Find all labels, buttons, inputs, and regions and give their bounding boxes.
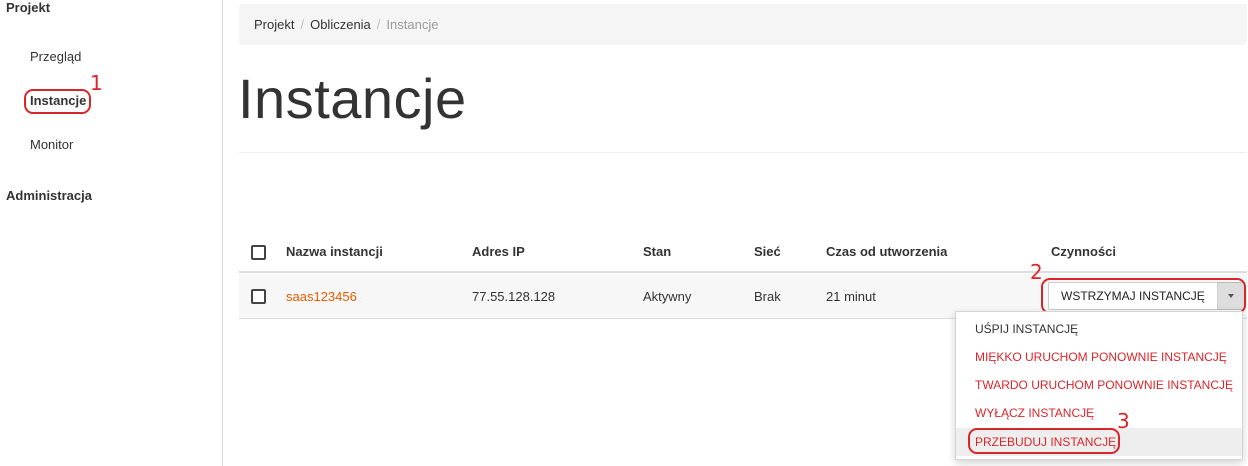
title-divider <box>239 152 1247 153</box>
menu-item-hard-reboot[interactable]: TWARDO URUCHOM PONOWNIE INSTANCJĘ <box>956 371 1242 399</box>
instance-network: Brak <box>754 289 781 304</box>
column-header-age[interactable]: Czas od utworzenia <box>826 244 947 259</box>
column-header-actions: Czynności <box>1051 244 1117 259</box>
sidebar-section-projekt[interactable]: Projekt <box>6 0 50 15</box>
instance-status: Aktywny <box>643 289 692 304</box>
instance-age: 21 minut <box>826 289 876 304</box>
row-checkbox[interactable] <box>251 289 266 304</box>
select-all-checkbox[interactable] <box>251 245 266 260</box>
table-header: Nazwa instancji Adres IP Stan Sieć Czas … <box>239 232 1247 273</box>
annotation-ring-2 <box>1041 278 1246 314</box>
menu-item-shut-off[interactable]: WYŁĄCZ INSTANCJĘ <box>956 399 1242 427</box>
column-header-status[interactable]: Stan <box>643 244 671 259</box>
sidebar-item-przeglad[interactable]: Przegląd <box>30 49 81 64</box>
page-title: Instancje <box>238 67 467 130</box>
column-header-ip[interactable]: Adres IP <box>472 244 525 259</box>
column-header-name[interactable]: Nazwa instancji <box>286 244 383 259</box>
menu-item-suspend[interactable]: UŚPIJ INSTANCJĘ <box>956 315 1242 343</box>
instance-ip: 77.55.128.128 <box>472 289 556 304</box>
annotation-ring-1 <box>24 89 91 114</box>
annotation-number-2: 2 <box>1030 260 1043 284</box>
breadcrumb-instancje: Instancje <box>386 17 439 32</box>
sidebar-item-monitor[interactable]: Monitor <box>30 137 73 152</box>
breadcrumb-separator: / <box>300 17 305 32</box>
breadcrumb-obliczenia[interactable]: Obliczenia <box>310 17 371 32</box>
breadcrumb-separator: / <box>376 17 381 32</box>
annotation-ring-3 <box>968 428 1120 454</box>
sidebar-section-administracja[interactable]: Administracja <box>6 188 92 203</box>
menu-item-soft-reboot[interactable]: MIĘKKO URUCHOM PONOWNIE INSTANCJĘ <box>956 343 1242 371</box>
breadcrumb: Projekt / Obliczenia / Instancje <box>239 4 1247 45</box>
breadcrumb-projekt[interactable]: Projekt <box>254 17 294 32</box>
column-header-network[interactable]: Sieć <box>754 244 781 259</box>
annotation-number-3: 3 <box>1117 409 1130 433</box>
instance-name-link[interactable]: saas123456 <box>286 289 357 304</box>
sidebar: Projekt Przegląd Instancje Monitor Admin… <box>0 0 223 466</box>
annotation-number-1: 1 <box>90 71 103 95</box>
